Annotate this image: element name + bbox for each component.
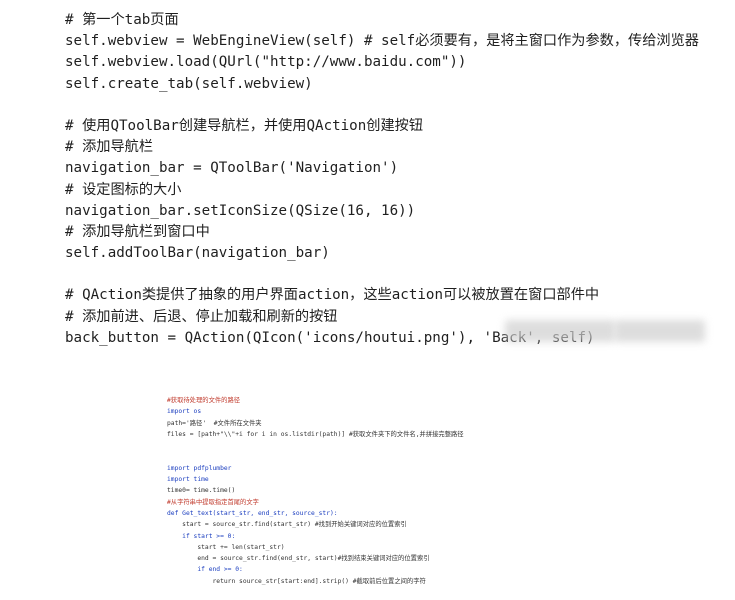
thumb-code-line: end = source_str.find(end_str, start)#找到… [167,555,430,563]
code-line: # 设定图标的大小 [65,181,182,198]
code-line: # 添加导航栏 [65,139,154,156]
blurred-watermark [615,320,705,342]
code-line: self.create_tab(self.webview) [65,75,313,92]
thumb-code-line: files = [path+"\\"+i for i in os.listdir… [167,430,464,438]
thumb-code-line: import os [167,408,202,416]
blurred-watermark [505,320,615,342]
code-line: # 使用QToolBar创建导航栏，并使用QAction创建按钮 [65,117,424,134]
thumb-code-line: def Get_text(start_str, end_str, source_… [167,509,338,517]
code-line: self.webview.load(QUrl("http://www.baidu… [65,54,467,71]
thumb-code-line: time0= time.time() [167,487,236,495]
code-line: self.addToolBar(navigation_bar) [65,245,330,262]
thumb-code-line: return source_str[start:end].strip() #截取… [167,577,426,585]
thumb-code-line: if start >= 0: [167,532,236,540]
thumb-code-line: start += len(start_str) [167,543,285,551]
code-line: # 添加导航栏到窗口中 [65,223,210,240]
thumb-code-line: import pdfplumber [167,464,232,472]
code-snippet-main: # 第一个tab页面 self.webview = WebEngineView(… [65,10,699,349]
thumb-code-line: if end >= 0: [167,566,243,574]
code-line: self.webview = WebEngineView(self) # sel… [65,33,699,50]
document-page: # 第一个tab页面 self.webview = WebEngineView(… [0,0,735,600]
code-line: # 第一个tab页面 [65,12,179,28]
thumb-code-line: #从字符串中提取指定首尾的文字 [167,498,259,506]
thumb-code-line: path='路径' #文件所在文件夹 [167,419,262,427]
code-line: navigation_bar.setIconSize(QSize(16, 16)… [65,202,416,219]
code-line: # QAction类提供了抽象的用户界面action，这些action可以被放置… [65,287,600,304]
thumb-code-line: import time [167,476,209,484]
thumb-code-line: start = source_str.find(start_str) #找到开始… [167,521,407,529]
thumb-code-line: #获取待处理的文件的路径 [167,397,241,404]
code-line: navigation_bar = QToolBar('Navigation') [65,160,399,177]
code-screenshot-thumbnail: #获取待处理的文件的路径 import os path='路径' #文件所在文件… [150,395,580,600]
